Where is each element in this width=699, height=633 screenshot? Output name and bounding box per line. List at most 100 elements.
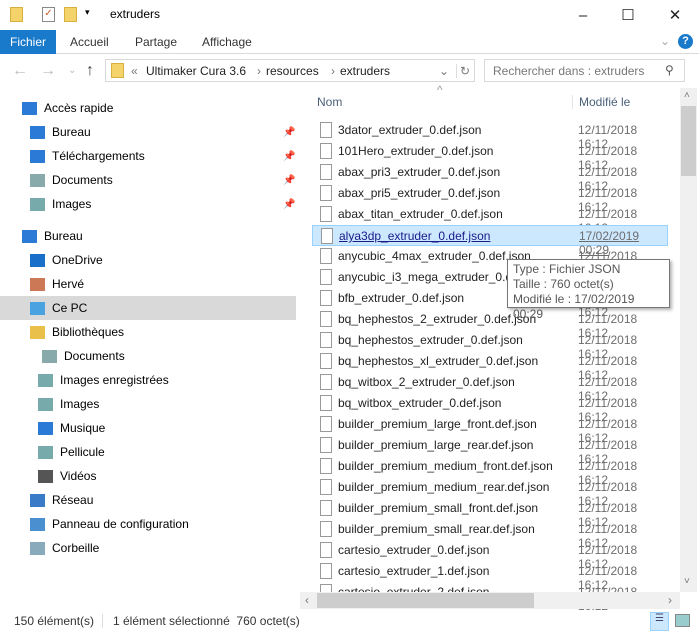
nav-item-images-enregistrées[interactable]: Images enregistrées [0,368,296,392]
vertical-scrollbar[interactable]: ˄ ˅ [680,88,697,592]
chevron-right-icon[interactable]: › [257,64,261,78]
pin-icon[interactable]: 📌 [283,151,295,162]
file-row[interactable]: bq_hephestos_extruder_0.def.json 12/11/20… [312,330,668,361]
search-input[interactable]: Rechercher dans : extruders ⚲ [484,59,685,82]
properties-icon[interactable]: ✓ [42,7,55,22]
file-row[interactable]: cartesio_extruder_1.def.json 12/11/2018 1… [312,561,668,592]
documents-icon [30,173,45,187]
nav-item-ce-pc[interactable]: Ce PC [0,296,296,320]
maximize-button[interactable]: ☐ [605,0,651,30]
recent-locations-button[interactable]: ⌄ [68,65,76,76]
file-row[interactable]: 101Hero_extruder_0.def.json 12/11/2018 16… [312,141,668,172]
customize-toolbar-icon[interactable]: ▾ [85,7,90,18]
breadcrumb-ultimaker[interactable]: Ultimaker Cura 3.6 [146,64,246,78]
close-button[interactable]: ✕ [652,0,698,30]
nav-item-réseau[interactable]: Réseau [0,488,296,512]
scroll-right-button[interactable]: › [668,593,672,607]
json-file-icon [320,206,332,222]
file-row[interactable]: builder_premium_medium_rear.def.json 12/1… [312,477,668,508]
horizontal-scrollbar[interactable]: ‹ › [300,592,680,609]
file-row[interactable]: builder_premium_large_rear.def.json 12/11… [312,435,668,466]
nav-item-bureau[interactable]: Bureau [0,224,296,248]
nav-item-documents[interactable]: Documents [0,344,296,368]
nav-item-label: Bureau [44,229,83,243]
json-file-icon [321,228,333,244]
network-icon [30,493,45,507]
new-folder-icon[interactable] [64,7,77,22]
recycle-bin-icon [30,541,45,555]
file-row[interactable]: builder_premium_small_front.def.json 12/1… [312,498,668,529]
nav-item-vidéos[interactable]: Vidéos [0,464,296,488]
nav-item-bureau[interactable]: Bureau 📌 [0,120,296,144]
file-row[interactable]: bq_hephestos_xl_extruder_0.def.json 12/11… [312,351,668,382]
nav-item-onedrive[interactable]: OneDrive [0,248,296,272]
scroll-up-button[interactable]: ˄ [684,90,690,101]
pin-icon[interactable]: 📌 [283,175,295,186]
tab-partage[interactable]: Partage [125,30,187,54]
nav-item-pellicule[interactable]: Pellicule [0,440,296,464]
nav-item-label: Téléchargements [52,149,145,163]
back-button[interactable]: ← [12,62,28,80]
file-row[interactable]: bq_witbox_2_extruder_0.def.json 12/11/201… [312,372,668,403]
column-header-name[interactable]: Nom [317,95,342,109]
file-row[interactable]: abax_titan_extruder_0.def.json 12/11/2018… [312,204,668,235]
vertical-scroll-thumb[interactable] [681,106,696,176]
download-icon [30,149,45,163]
music-icon [38,421,53,435]
json-file-icon [320,164,332,180]
forward-button[interactable]: → [40,62,56,80]
minimize-button[interactable]: – [560,0,606,30]
file-row[interactable]: abax_pri3_extruder_0.def.json 12/11/2018 … [312,162,668,193]
item-count: 150 élément(s) [14,614,95,628]
images-icon [30,197,45,211]
breadcrumb-resources[interactable]: resources [266,64,319,78]
address-dropdown-icon[interactable]: ⌄ [439,64,449,78]
file-list: Nom ^ Modifié le 3dator_extruder_0.def.j… [300,83,680,613]
nav-item-musique[interactable]: Musique [0,416,296,440]
nav-item-images[interactable]: Images 📌 [0,192,296,216]
tab-affichage[interactable]: Affichage [192,30,262,54]
nav-item-bibliothèques[interactable]: Bibliothèques [0,320,296,344]
folder-icon [111,63,124,78]
details-view-icon[interactable]: ☰ [650,612,669,631]
file-row[interactable]: abax_pri5_extruder_0.def.json 12/11/2018 … [312,183,668,214]
chevron-right-icon[interactable]: › [331,64,335,78]
file-row[interactable]: bq_witbox_extruder_0.def.json 12/11/2018 … [312,393,668,424]
nav-item-label: Images [60,397,100,411]
nav-item-label: Réseau [52,493,94,507]
overflow-icon[interactable]: « [131,64,138,78]
file-row[interactable]: cartesio_extruder_0.def.json 12/11/2018 1… [312,540,668,571]
refresh-icon[interactable]: ↻ [456,64,470,78]
file-row[interactable]: 3dator_extruder_0.def.json 12/11/2018 16:… [312,120,668,151]
breadcrumb-extruders[interactable]: extruders [340,64,390,78]
nav-item-accès-rapide[interactable]: Accès rapide [0,96,296,120]
column-header-date[interactable]: Modifié le [572,95,630,109]
file-name: builder_premium_small_front.def.json [338,501,539,515]
tab-fichier[interactable]: Fichier [0,30,57,54]
pin-icon[interactable]: 📌 [283,127,295,138]
nav-item-hervé[interactable]: Hervé [0,272,296,296]
address-bar[interactable]: « Ultimaker Cura 3.6 › resources › extru… [105,59,475,82]
file-row[interactable]: alya3dp_extruder_0.def.json 17/02/2019 00… [312,225,668,257]
file-row[interactable]: builder_premium_small_rear.def.json 12/11… [312,519,668,550]
cloud-icon [30,253,45,267]
large-icons-view-icon[interactable] [675,614,690,627]
file-row[interactable]: builder_premium_large_front.def.json 12/1… [312,414,668,445]
nav-item-documents[interactable]: Documents 📌 [0,168,296,192]
scroll-down-button[interactable]: ˅ [684,576,690,587]
nav-item-corbeille[interactable]: Corbeille [0,536,296,560]
expand-ribbon-icon[interactable]: ⌄ [660,34,670,48]
nav-item-panneau-de-configuration[interactable]: Panneau de configuration [0,512,296,536]
scroll-left-button[interactable]: ‹ [305,593,309,607]
help-icon[interactable]: ? [678,34,693,49]
up-button[interactable]: ↑ [86,62,94,80]
nav-item-label: OneDrive [52,253,103,267]
nav-item-label: Bibliothèques [52,325,125,339]
file-row[interactable]: builder_premium_medium_front.def.json 12/… [312,456,668,487]
pin-icon[interactable]: 📌 [283,199,295,210]
nav-item-images[interactable]: Images [0,392,296,416]
search-icon[interactable]: ⚲ [665,63,674,77]
tab-accueil[interactable]: Accueil [60,30,119,54]
nav-item-téléchargements[interactable]: Téléchargements 📌 [0,144,296,168]
horizontal-scroll-thumb[interactable] [317,593,534,608]
